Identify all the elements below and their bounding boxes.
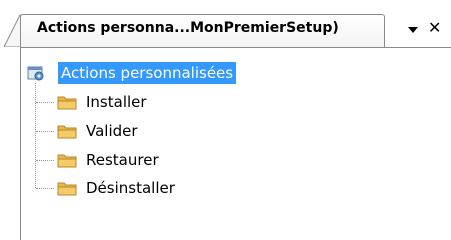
folder-icon [57, 125, 77, 139]
custom-actions-icon [27, 66, 44, 81]
tab-title[interactable]: Actions personna...MonPremierSetup) [37, 20, 339, 36]
tree-item-restaurer[interactable]: Restaurer [36, 149, 336, 171]
folder-icon [57, 154, 77, 168]
folder-icon [57, 96, 77, 110]
tree-item-desinstaller[interactable]: Désinstaller [36, 177, 336, 199]
tree-item-valider[interactable]: Valider [36, 120, 336, 142]
dropdown-arrow-icon[interactable] [406, 24, 420, 36]
tree-item-label: Valider [86, 122, 138, 140]
custom-actions-panel: Actions personnalisées Installer Valider [20, 47, 451, 240]
close-button[interactable]: ✕ [428, 18, 441, 38]
tree-connector [36, 188, 54, 189]
folder-icon [57, 182, 77, 196]
tree-item-label: Installer [86, 93, 147, 111]
tree-connector [36, 102, 54, 103]
tree-item-label: Restaurer [86, 151, 159, 169]
tree-connector [36, 160, 54, 161]
tree-item-installer[interactable]: Installer [36, 91, 336, 113]
tree-root-label[interactable]: Actions personnalisées [58, 62, 237, 84]
tab-strip: Actions personna...MonPremierSetup) ✕ [0, 0, 451, 47]
tree-connector [36, 131, 54, 132]
tree-item-label: Désinstaller [86, 179, 175, 197]
